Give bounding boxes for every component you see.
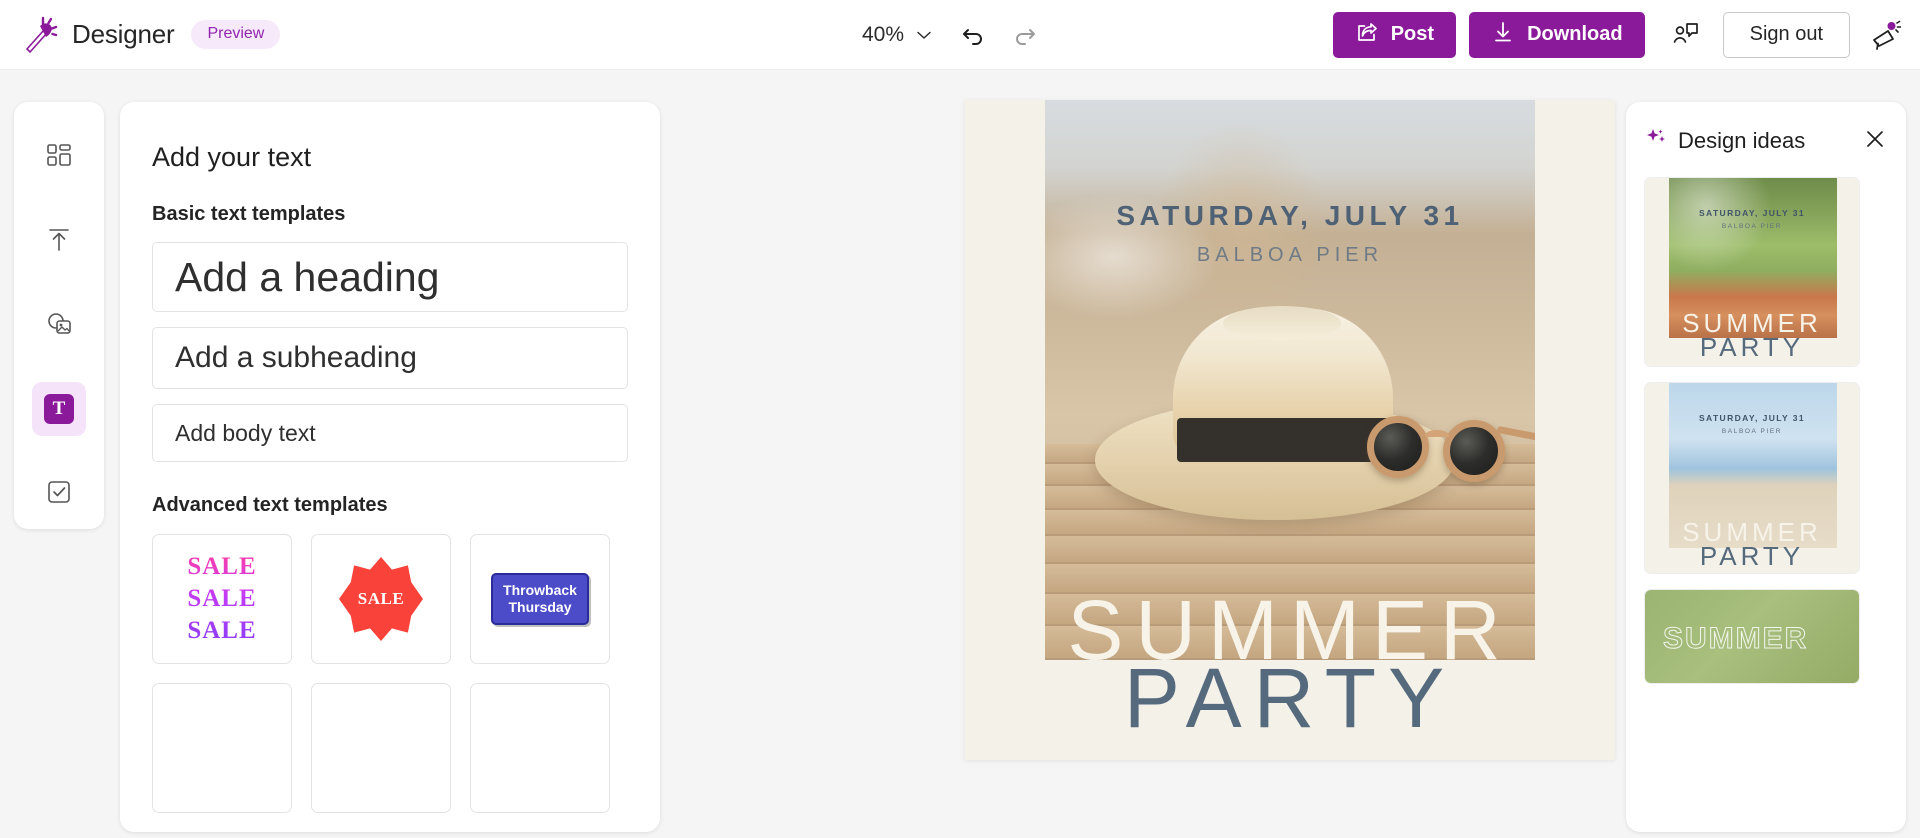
download-button[interactable]: Download xyxy=(1469,12,1645,58)
idea-date-text: SATURDAY, JULY 31 xyxy=(1645,208,1859,218)
sale-line: SALE xyxy=(187,583,256,615)
zoom-control[interactable]: 40% xyxy=(862,17,942,53)
design-idea-card[interactable]: SATURDAY, JULY 31 BALBOA PIER SUMMER PAR… xyxy=(1644,177,1860,367)
advanced-template-placeholder[interactable] xyxy=(152,683,292,813)
burst-label: SALE xyxy=(358,589,404,609)
idea-place-text: BALBOA PIER xyxy=(1645,428,1859,435)
design-ideas-list: SATURDAY, JULY 31 BALBOA PIER SUMMER PAR… xyxy=(1626,167,1906,684)
preview-badge: Preview xyxy=(191,20,280,49)
sparkle-icon xyxy=(1646,127,1668,154)
idea-date-text: SATURDAY, JULY 31 xyxy=(1645,413,1859,423)
sidebar-item-templates[interactable] xyxy=(32,130,86,184)
share-icon xyxy=(1355,20,1379,50)
person-feedback-icon[interactable] xyxy=(1665,15,1705,55)
history-controls xyxy=(955,17,1043,53)
sidebar-item-brand[interactable] xyxy=(32,466,86,520)
download-arrow-icon xyxy=(1491,20,1515,50)
advanced-templates-grid-row2 xyxy=(152,683,628,813)
sunglasses-bridge xyxy=(1425,430,1449,441)
canvas-date-text[interactable]: SATURDAY, JULY 31 xyxy=(965,200,1615,232)
grid-layout-icon xyxy=(46,143,72,172)
advanced-templates-grid: SALE SALE SALE SALE Throwback Thursday xyxy=(152,534,628,664)
undo-arrow-icon[interactable] xyxy=(955,17,991,53)
download-button-label: Download xyxy=(1527,23,1623,46)
advanced-template-placeholder[interactable] xyxy=(470,683,610,813)
zoom-level-value: 40% xyxy=(862,23,904,47)
left-tool-rail: T xyxy=(14,102,104,529)
throwback-line1: Throwback xyxy=(503,582,577,599)
advanced-template-placeholder[interactable] xyxy=(311,683,451,813)
canvas-place-text[interactable]: BALBOA PIER xyxy=(965,244,1615,267)
canvas-headline-party[interactable]: PARTY xyxy=(965,656,1615,740)
post-button-label: Post xyxy=(1391,23,1434,46)
idea-headline-summer: SUMMER xyxy=(1663,622,1808,656)
magic-wand-icon xyxy=(18,13,62,57)
sunglasses-left-lens xyxy=(1367,416,1429,478)
post-button[interactable]: Post xyxy=(1333,12,1456,58)
basic-templates-label: Basic text templates xyxy=(152,203,628,226)
idea-place-text: BALBOA PIER xyxy=(1645,223,1859,230)
hat-crown-dent xyxy=(1223,306,1341,340)
app-brand: Designer Preview xyxy=(18,13,280,57)
idea-headline-party: PARTY xyxy=(1645,543,1859,569)
toolbar-right-actions: Post Download Sign out xyxy=(1333,12,1906,58)
starburst-shape: SALE xyxy=(339,557,423,641)
canvas-photo xyxy=(1045,100,1535,660)
throwback-badge: Throwback Thursday xyxy=(491,573,589,624)
design-idea-card[interactable]: SUMMER xyxy=(1644,589,1860,684)
app-title: Designer xyxy=(72,19,174,50)
sunglasses-right-lens xyxy=(1443,420,1505,482)
sale-stack-art: SALE SALE SALE xyxy=(187,551,256,647)
hat-band xyxy=(1177,418,1393,462)
template-add-heading[interactable]: Add a heading xyxy=(152,242,628,312)
upload-arrow-icon xyxy=(46,227,72,256)
sign-out-button[interactable]: Sign out xyxy=(1723,12,1850,58)
advanced-template-sale-stack[interactable]: SALE SALE SALE xyxy=(152,534,292,664)
design-ideas-panel: Design ideas SATURDAY, JULY 31 BALBOA PI… xyxy=(1626,102,1906,832)
megaphone-icon[interactable] xyxy=(1864,14,1906,56)
template-add-body-text[interactable]: Add body text xyxy=(152,404,628,462)
throwback-line2: Thursday xyxy=(503,599,577,616)
sale-line: SALE xyxy=(187,615,256,647)
redo-arrow-icon[interactable] xyxy=(1007,17,1043,53)
advanced-template-throwback-thursday[interactable]: Throwback Thursday xyxy=(470,534,610,664)
idea-headline-party: PARTY xyxy=(1645,334,1859,360)
sidebar-item-text[interactable]: T xyxy=(32,382,86,436)
advanced-template-sale-burst[interactable]: SALE xyxy=(311,534,451,664)
panel-title: Add your text xyxy=(152,142,628,173)
design-idea-card[interactable]: SATURDAY, JULY 31 BALBOA PIER SUMMER PAR… xyxy=(1644,382,1860,574)
top-toolbar: Designer Preview 40% Post Download xyxy=(0,0,1920,70)
close-x-icon[interactable] xyxy=(1860,124,1890,157)
advanced-templates-label: Advanced text templates xyxy=(152,494,628,517)
text-T-icon: T xyxy=(44,394,74,424)
workspace: T Add your text Basic text templates Add… xyxy=(0,70,1920,838)
chevron-down-icon[interactable] xyxy=(906,17,942,53)
checkbox-icon xyxy=(46,479,72,508)
sale-line: SALE xyxy=(187,551,256,583)
design-ideas-title: Design ideas xyxy=(1678,128,1860,154)
text-panel: Add your text Basic text templates Add a… xyxy=(120,102,660,832)
sidebar-item-visuals[interactable] xyxy=(32,298,86,352)
design-canvas[interactable]: SATURDAY, JULY 31 BALBOA PIER SUMMER PAR… xyxy=(965,100,1615,760)
template-add-subheading[interactable]: Add a subheading xyxy=(152,327,628,389)
shape-image-icon xyxy=(45,311,73,340)
sidebar-item-upload[interactable] xyxy=(32,214,86,268)
design-ideas-header: Design ideas xyxy=(1626,102,1906,167)
